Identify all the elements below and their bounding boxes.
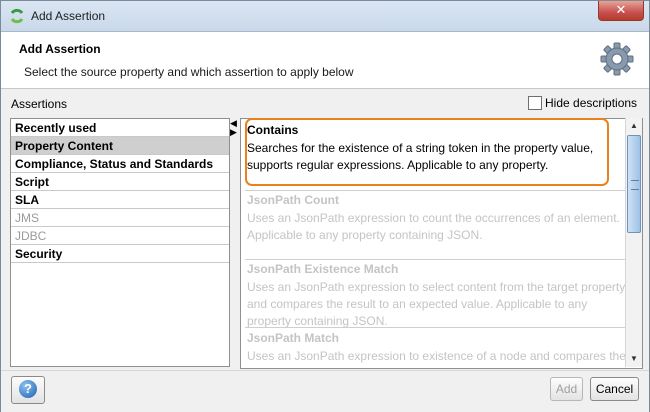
- assertion-description: Uses an JsonPath expression to existence…: [247, 349, 626, 363]
- scroll-up-icon[interactable]: ▲: [627, 119, 641, 133]
- header-title: Add Assertion: [19, 42, 101, 56]
- scroll-down-icon[interactable]: ▼: [627, 352, 641, 366]
- assertion-title: JsonPath Existence Match: [247, 262, 399, 276]
- assertion-jsonpath-existence-match: JsonPath Existence Match Uses an JsonPat…: [247, 262, 627, 330]
- category-sla[interactable]: SLA: [11, 191, 229, 209]
- help-icon: ?: [19, 380, 37, 398]
- soapui-icon: [10, 8, 24, 24]
- assertion-title: JsonPath Match: [247, 331, 340, 345]
- hide-descriptions-label: Hide descriptions: [545, 96, 638, 110]
- header-subtitle: Select the source property and which ass…: [24, 65, 354, 79]
- add-button[interactable]: Add: [550, 377, 583, 401]
- assertion-list-scrollbar[interactable]: ▲ ▼: [625, 118, 642, 367]
- assertion-jsonpath-match: JsonPath Match Uses an JsonPath expressi…: [247, 331, 627, 365]
- dialog-footer: ? Add Cancel: [1, 370, 649, 412]
- assertion-description: Uses an JsonPath expression to select co…: [247, 280, 626, 328]
- help-button[interactable]: ?: [11, 376, 45, 404]
- close-button[interactable]: ✕: [598, 1, 644, 21]
- assertion-jsonpath-count: JsonPath Count Uses an JsonPath expressi…: [247, 193, 627, 244]
- title-bar: Add Assertion ✕: [1, 1, 649, 32]
- grip-icon: [631, 180, 639, 190]
- category-script[interactable]: Script: [11, 173, 229, 191]
- add-assertion-dialog: Add Assertion ✕ Add Assertion Select the…: [0, 0, 650, 412]
- scroll-thumb[interactable]: [627, 135, 641, 233]
- category-property-content[interactable]: Property Content: [11, 137, 229, 155]
- divider: [245, 327, 627, 328]
- category-jms: JMS: [11, 209, 229, 227]
- window-title: Add Assertion: [31, 9, 106, 23]
- divider: [245, 259, 627, 260]
- dialog-header: Add Assertion Select the source property…: [1, 32, 649, 89]
- hide-descriptions-checkbox[interactable]: [528, 96, 542, 110]
- collapse-right-icon[interactable]: ▶: [230, 128, 237, 137]
- category-jdbc: JDBC: [11, 227, 229, 245]
- category-list: Recently used Property Content Complianc…: [10, 118, 230, 367]
- category-recently-used[interactable]: Recently used: [11, 119, 229, 137]
- assertions-label: Assertions: [11, 97, 68, 111]
- category-security[interactable]: Security: [11, 245, 229, 263]
- panel-splitter[interactable]: ◀ ▶: [229, 118, 239, 365]
- close-icon: ✕: [615, 2, 627, 17]
- category-compliance[interactable]: Compliance, Status and Standards: [11, 155, 229, 173]
- gear-icon: [600, 42, 634, 76]
- cancel-button[interactable]: Cancel: [590, 377, 639, 401]
- assertion-description: Uses an JsonPath expression to count the…: [247, 211, 620, 242]
- divider: [245, 190, 627, 191]
- selected-assertion-highlight: [245, 118, 609, 186]
- assertion-title: JsonPath Count: [247, 193, 339, 207]
